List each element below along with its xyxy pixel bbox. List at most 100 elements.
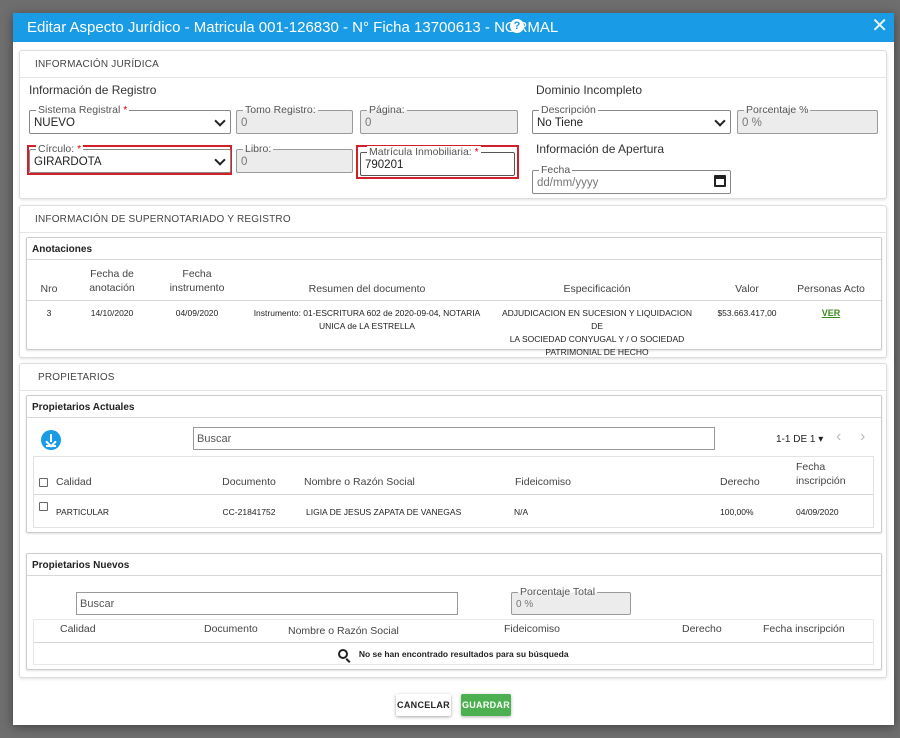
actuales-table: Calidad Documento Nombre o Razón Social … bbox=[33, 456, 874, 528]
th-valor: Valor bbox=[735, 283, 759, 295]
calendar-icon[interactable] bbox=[714, 175, 726, 187]
nuevos-table: Calidad Documento Nombre o Razón Social … bbox=[33, 619, 874, 665]
matricula-value: 790201 bbox=[365, 159, 404, 171]
fecha-input[interactable]: Fecha dd/mm/yyyy bbox=[532, 164, 731, 194]
th-calidad: Calidad bbox=[56, 476, 92, 488]
section-title: INFORMACIÓN JURÍDICA bbox=[20, 51, 886, 78]
th-calidad: Calidad bbox=[60, 623, 96, 635]
save-button[interactable]: GUARDAR bbox=[461, 694, 511, 716]
circulo-select[interactable]: Círculo: * GIRARDOTA bbox=[29, 143, 231, 173]
th-especificacion: Especificación bbox=[563, 283, 631, 295]
ver-personas-link[interactable]: VER bbox=[789, 307, 873, 320]
cancel-button[interactable]: CANCELAR bbox=[396, 694, 451, 716]
th-nombre: Nombre o Razón Social bbox=[288, 625, 399, 637]
pagina-field[interactable]: Página: 0 bbox=[360, 104, 518, 134]
th-fecha-1: Fecha bbox=[796, 461, 826, 473]
matricula-input[interactable]: Matrícula Inmobiliaria: * 790201 bbox=[360, 146, 515, 176]
th-derecho: Derecho bbox=[682, 623, 722, 635]
card-title: Propietarios Actuales bbox=[27, 396, 881, 418]
registro-heading: Información de Registro bbox=[29, 83, 157, 97]
apertura-heading: Información de Apertura bbox=[536, 142, 665, 156]
libro-field[interactable]: Libro: 0 bbox=[236, 143, 353, 173]
th-fecha-anotacion-1: Fecha de bbox=[90, 268, 134, 280]
modal-title: Editar Aspecto Jurídico - Matricula 001-… bbox=[27, 19, 559, 36]
propietarios-section: PROPIETARIOS Propietarios Actuales Busca… bbox=[19, 363, 887, 678]
libro-value: 0 bbox=[241, 156, 248, 168]
th-fecha-instrumento-1: Fecha bbox=[182, 268, 212, 280]
tomo-registro-label: Tomo Registro: bbox=[243, 104, 318, 116]
descripcion-value: No Tiene bbox=[537, 117, 584, 129]
actuales-header: Calidad Documento Nombre o Razón Social … bbox=[34, 457, 873, 495]
porcentaje-field[interactable]: Porcentaje % 0 % bbox=[737, 104, 878, 134]
supernotariado-section: INFORMACIÓN DE SUPERNOTARIADO Y REGISTRO… bbox=[19, 205, 887, 358]
th-fecha-2: inscripción bbox=[796, 475, 846, 487]
th-resumen: Resumen del documento bbox=[308, 283, 426, 295]
row-checkbox[interactable] bbox=[39, 502, 48, 511]
descripcion-select[interactable]: Descripción No Tiene bbox=[532, 104, 731, 134]
table-row: 3 14/10/2020 04/09/2020 Instrumento: 01-… bbox=[27, 302, 881, 357]
sistema-registral-value: NUEVO bbox=[34, 117, 75, 129]
cell-valor: $53.663.417,00 bbox=[717, 308, 777, 318]
porcentaje-value: 0 % bbox=[742, 117, 762, 129]
cell-fideicomiso: N/A bbox=[514, 507, 529, 517]
matricula-label: Matrícula Inmobiliaria: bbox=[369, 146, 472, 158]
chevron-down-icon bbox=[714, 115, 726, 127]
porcentaje-total-value: 0 % bbox=[516, 599, 534, 610]
cell-especificacion-2: LA SOCIEDAD CONYUGAL Y / O SOCIEDAD bbox=[509, 334, 685, 344]
th-derecho: Derecho bbox=[720, 476, 760, 488]
porcentaje-total-label: Porcentaje Total bbox=[518, 586, 598, 598]
select-all-checkbox[interactable] bbox=[39, 478, 48, 487]
cell-especificacion-1: ADJUDICACION EN SUCESION Y LIQUIDACION D… bbox=[501, 308, 693, 331]
th-nro: Nro bbox=[40, 283, 58, 295]
cell-derecho: 100,00% bbox=[720, 507, 754, 517]
pagina-label: Página: bbox=[367, 104, 407, 116]
search-icon bbox=[338, 649, 351, 663]
card-title: Propietarios Nuevos bbox=[27, 554, 881, 576]
th-fecha-instrumento-2: instrumento bbox=[169, 282, 225, 294]
cell-calidad: PARTICULAR bbox=[56, 507, 110, 517]
fecha-label: Fecha bbox=[539, 164, 573, 176]
circulo-label: Círculo: bbox=[38, 143, 75, 155]
section-title: INFORMACIÓN DE SUPERNOTARIADO Y REGISTRO bbox=[20, 206, 886, 233]
section-title: PROPIETARIOS bbox=[20, 364, 886, 391]
nuevos-header: Calidad Documento Nombre o Razón Social … bbox=[34, 620, 873, 643]
cell-fecha-anotacion: 14/10/2020 bbox=[90, 308, 134, 318]
cell-resumen-1: Instrumento: 01-ESCRITURA 602 de 2020-09… bbox=[253, 308, 481, 318]
anotaciones-header: Nro Fecha de anotación Fecha instrumento R… bbox=[27, 260, 881, 301]
propietarios-nuevos-card: Propietarios Nuevos Buscar Porcentaje To… bbox=[26, 553, 882, 670]
libro-label: Libro: bbox=[243, 143, 274, 155]
empty-message: No se han encontrado resultados para su … bbox=[358, 649, 569, 659]
th-nombre: Nombre o Razón Social bbox=[304, 476, 415, 488]
th-fecha-anotacion-2: anotación bbox=[89, 282, 135, 294]
dominio-heading: Dominio Incompleto bbox=[536, 83, 643, 97]
search-input[interactable]: Buscar bbox=[193, 427, 715, 450]
close-icon[interactable]: ✕ bbox=[871, 15, 888, 37]
th-documento: Documento bbox=[204, 623, 258, 635]
porcentaje-total-field[interactable]: Porcentaje Total 0 % bbox=[511, 586, 631, 615]
cell-especificacion-3: PATRIMONIAL DE HECHO bbox=[545, 347, 649, 357]
prev-page-icon[interactable]: ‹ bbox=[836, 428, 841, 446]
chevron-down-icon bbox=[214, 154, 226, 166]
sistema-registral-select[interactable]: Sistema Registral * NUEVO bbox=[29, 104, 231, 134]
cell-resumen-2: UNICA de LA ESTRELLA bbox=[319, 321, 415, 331]
edit-juridical-modal: Editar Aspecto Jurídico - Matricula 001-… bbox=[13, 13, 894, 725]
next-page-icon[interactable]: › bbox=[860, 428, 865, 446]
porcentaje-label: Porcentaje % bbox=[744, 104, 811, 116]
tomo-registro-field[interactable]: Tomo Registro: 0 bbox=[236, 104, 353, 134]
circulo-value: GIRARDOTA bbox=[34, 156, 102, 168]
empty-state: No se han encontrado resultados para su … bbox=[34, 644, 873, 664]
cell-fecha: 04/09/2020 bbox=[796, 507, 839, 517]
pagina-value: 0 bbox=[365, 117, 372, 129]
descripcion-label: Descripción bbox=[539, 104, 598, 116]
card-title: Anotaciones bbox=[27, 238, 881, 260]
pagination-select[interactable]: 1-1 DE 1 ▾ bbox=[776, 434, 823, 445]
search-placeholder: Buscar bbox=[197, 433, 232, 445]
search-input[interactable]: Buscar bbox=[76, 592, 458, 615]
help-icon[interactable]: ? bbox=[510, 19, 524, 33]
search-placeholder: Buscar bbox=[80, 598, 115, 610]
cell-nro: 3 bbox=[46, 308, 52, 318]
cell-fecha-instrumento: 04/09/2020 bbox=[175, 308, 219, 318]
download-button[interactable] bbox=[41, 430, 61, 450]
cell-nombre: LIGIA DE JESUS ZAPATA DE VANEGAS bbox=[306, 507, 462, 517]
sistema-registral-label: Sistema Registral bbox=[38, 104, 121, 116]
